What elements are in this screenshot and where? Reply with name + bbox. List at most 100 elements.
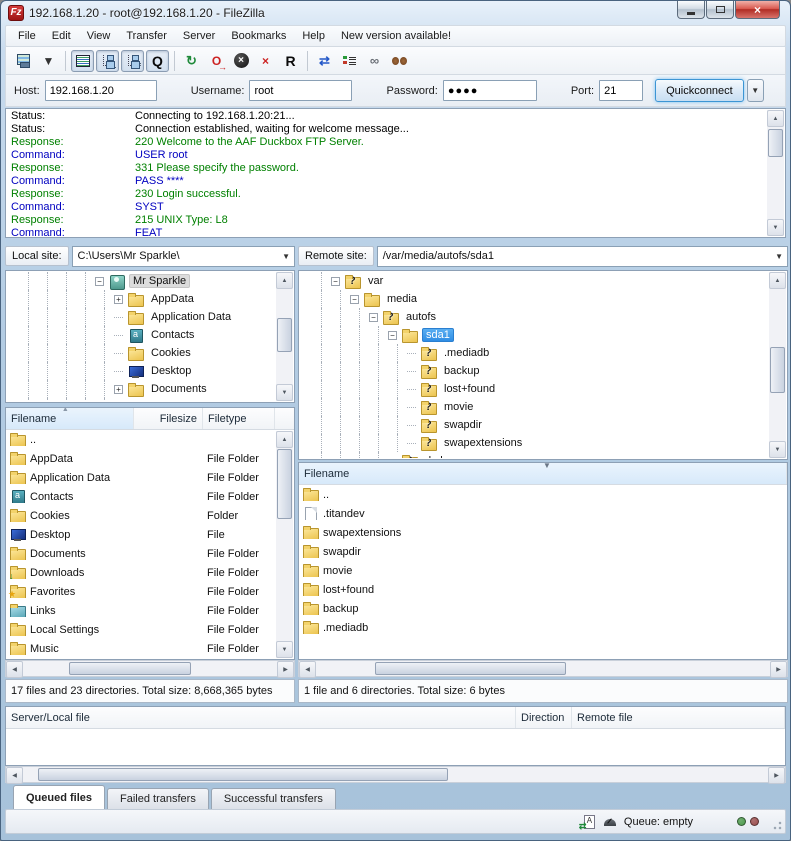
remote-file-row-titandev[interactable]: .titandev (299, 504, 787, 523)
resize-grip[interactable] (772, 820, 782, 830)
remote-tree-item-lost-found[interactable]: ?lost+found (300, 380, 768, 398)
column-header-filetype[interactable]: Filetype (203, 408, 275, 429)
menu-item-view[interactable]: View (79, 28, 119, 44)
queue-horizontal-scrollbar[interactable]: ◀ ▶ (5, 766, 786, 783)
toggle-message-log-button[interactable] (71, 50, 94, 72)
maximize-button[interactable] (706, 1, 734, 19)
local-file-row-favorites[interactable]: ★FavoritesFile Folder (6, 582, 277, 601)
find-files-button[interactable] (388, 50, 411, 72)
splitter-collapse-icon[interactable]: ▼ (543, 462, 551, 470)
minimize-button[interactable] (677, 1, 705, 19)
local-file-row-application-data[interactable]: Application DataFile Folder (6, 468, 277, 487)
scroll-left-icon[interactable]: ◀ (6, 661, 23, 678)
scroll-right-icon[interactable]: ▶ (768, 767, 785, 784)
menu-item-bookmarks[interactable]: Bookmarks (223, 28, 294, 44)
queue-column-header-direction[interactable]: Direction (516, 707, 572, 728)
queue-column-header-remote-file[interactable]: Remote file (572, 707, 785, 728)
scroll-up-icon[interactable]: ▲ (767, 110, 784, 127)
remote-file-row-[interactable]: .. (299, 485, 787, 504)
local-site-combo[interactable]: C:\Users\Mr Sparkle\ ▼ (72, 246, 295, 267)
remote-tree-item-swapdir[interactable]: ?swapdir (300, 416, 768, 434)
speed-limits-icon[interactable] (602, 814, 618, 830)
directory-listing-filters-button[interactable] (338, 50, 361, 72)
local-file-row-contacts[interactable]: ContactsFile Folder (6, 487, 277, 506)
queue-column-header-server-local-file[interactable]: Server/Local file (6, 707, 516, 728)
menu-item-edit[interactable]: Edit (44, 28, 79, 44)
tree-expander-icon[interactable]: − (369, 313, 378, 322)
remote-tree-item-mediadb[interactable]: ?.mediadb (300, 344, 768, 362)
scroll-up-icon[interactable]: ▲ (769, 272, 786, 289)
tree-expander-icon[interactable]: + (114, 385, 123, 394)
remote-tree-item-swapextensions[interactable]: ?swapextensions (300, 434, 768, 452)
remote-file-row-movie[interactable]: movie (299, 561, 787, 580)
local-tree-item-cookies[interactable]: Cookies (7, 344, 275, 362)
process-queue-button[interactable]: O (205, 50, 228, 72)
local-file-row-music[interactable]: MusicFile Folder (6, 639, 277, 658)
scroll-down-icon[interactable]: ▼ (769, 441, 786, 458)
local-file-row-cookies[interactable]: CookiesFolder (6, 506, 277, 525)
message-log-scrollbar[interactable]: ▲ ▼ (767, 110, 784, 236)
local-file-row-downloads[interactable]: ↓DownloadsFile Folder (6, 563, 277, 582)
remote-horizontal-scrollbar[interactable]: ◀ ▶ (298, 660, 788, 677)
tree-expander-icon[interactable]: − (95, 277, 104, 286)
chevron-down-icon[interactable]: ▼ (282, 252, 290, 261)
remote-tree-item-backup[interactable]: ?backup (300, 362, 768, 380)
synchronized-browsing-button[interactable]: ∞ (363, 50, 386, 72)
scroll-down-icon[interactable]: ▼ (276, 384, 293, 401)
remote-tree-scrollbar[interactable]: ▲ ▼ (769, 272, 786, 458)
host-input[interactable] (45, 80, 157, 101)
remote-file-row-swapdir[interactable]: swapdir (299, 542, 787, 561)
compare-directories-button[interactable]: ⇄ (313, 50, 336, 72)
local-file-row-documents[interactable]: DocumentsFile Folder (6, 544, 277, 563)
remote-tree-item-autofs[interactable]: −?autofs (300, 308, 768, 326)
close-button[interactable]: × (735, 1, 780, 19)
menu-item-new-version-available[interactable]: New version available! (333, 28, 459, 44)
chevron-down-icon[interactable]: ▼ (775, 252, 783, 261)
remote-file-row-lost-found[interactable]: lost+found (299, 580, 787, 599)
remote-tree-item-movie[interactable]: ?movie (300, 398, 768, 416)
tab-queued-files[interactable]: Queued files (13, 785, 105, 809)
toggle-queue-button[interactable]: Q (146, 50, 169, 72)
tree-expander-icon[interactable]: + (114, 295, 123, 304)
local-file-row-appdata[interactable]: AppDataFile Folder (6, 449, 277, 468)
local-tree-item-application-data[interactable]: Application Data (7, 308, 275, 326)
scroll-right-icon[interactable]: ▶ (277, 661, 294, 678)
remote-file-row-swapextensions[interactable]: swapextensions (299, 523, 787, 542)
scroll-up-icon[interactable]: ▲ (276, 431, 293, 448)
remote-tree-item-dvd[interactable]: ?dvd (300, 452, 768, 458)
tree-expander-icon[interactable]: − (331, 277, 340, 286)
scroll-left-icon[interactable]: ◀ (299, 661, 316, 678)
title-bar[interactable]: Fz 192.168.1.20 - root@192.168.1.20 - Fi… (5, 1, 786, 25)
remote-tree-item-media[interactable]: −media (300, 290, 768, 308)
scroll-down-icon[interactable]: ▼ (276, 641, 293, 658)
column-header-filename[interactable]: Filename▲ (6, 408, 134, 429)
local-file-row-local-settings[interactable]: Local SettingsFile Folder (6, 620, 277, 639)
remote-file-row-backup[interactable]: backup (299, 599, 787, 618)
scroll-left-icon[interactable]: ◀ (6, 767, 23, 784)
local-tree-scrollbar[interactable]: ▲ ▼ (276, 272, 293, 401)
tab-successful-transfers[interactable]: Successful transfers (211, 788, 336, 809)
tree-expander-icon[interactable]: − (388, 331, 397, 340)
reconnect-button[interactable]: R (279, 50, 302, 72)
toggle-remote-tree-button[interactable]: F (121, 50, 144, 72)
remote-site-combo[interactable]: /var/media/autofs/sda1 ▼ (377, 246, 788, 267)
menu-item-help[interactable]: Help (294, 28, 333, 44)
scroll-up-icon[interactable]: ▲ (276, 272, 293, 289)
scroll-right-icon[interactable]: ▶ (770, 661, 787, 678)
toggle-local-tree-button[interactable]: L (96, 50, 119, 72)
local-tree-item-appdata[interactable]: +AppData (7, 290, 275, 308)
local-tree-item-downloads[interactable]: +↓Downloads (7, 398, 275, 401)
quickconnect-button[interactable]: Quickconnect (655, 79, 744, 102)
remote-tree-item-var[interactable]: −?var (300, 272, 768, 290)
tree-expander-icon[interactable]: − (350, 295, 359, 304)
username-input[interactable] (249, 80, 352, 101)
menu-item-server[interactable]: Server (175, 28, 223, 44)
local-file-row-desktop[interactable]: DesktopFile (6, 525, 277, 544)
remote-file-row-mediadb[interactable]: .mediadb (299, 618, 787, 637)
port-input[interactable] (599, 80, 643, 101)
local-tree-item-mr-sparkle[interactable]: −Mr Sparkle (7, 272, 275, 290)
local-tree-item-documents[interactable]: +Documents (7, 380, 275, 398)
remote-tree-item-sda1[interactable]: −sda1 (300, 326, 768, 344)
cancel-operation-button[interactable]: × (230, 50, 252, 72)
menu-item-file[interactable]: File (10, 28, 44, 44)
